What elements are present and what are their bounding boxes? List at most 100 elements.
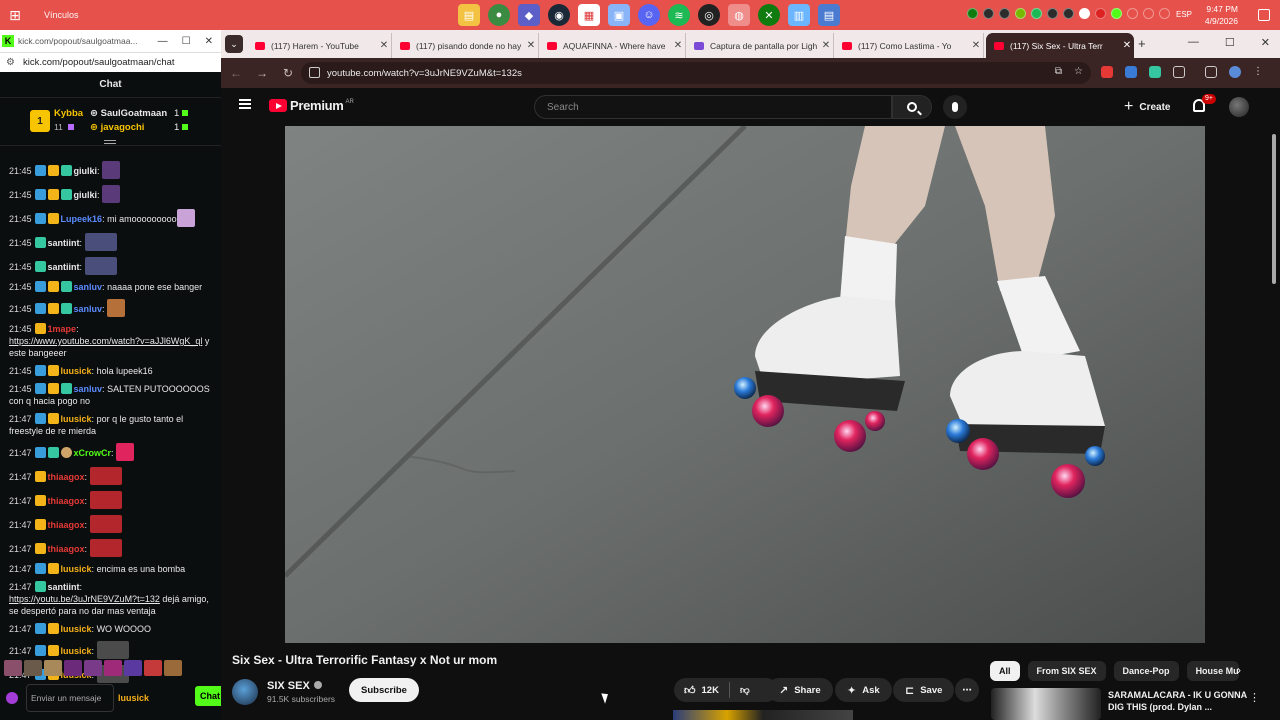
tray-nvidia-icon[interactable]	[1015, 8, 1026, 19]
dislike-button[interactable]: 👎︎	[730, 678, 760, 702]
extension-icon[interactable]	[1125, 66, 1137, 78]
extension-icon[interactable]	[1101, 66, 1113, 78]
tab-close-icon[interactable]: ✕	[377, 40, 391, 51]
chat-emote-icon[interactable]	[116, 443, 135, 461]
close-icon[interactable]: ✕	[205, 36, 213, 47]
gifter-3-name[interactable]: ⊛ javagochi	[90, 122, 144, 133]
maximize-icon[interactable]: ☐	[1225, 36, 1235, 49]
tab-close-icon[interactable]: ✕	[524, 40, 538, 51]
page-scrollbar[interactable]	[1271, 126, 1277, 716]
windows-start-icon[interactable]: ⊞	[0, 0, 30, 30]
chat-message-input[interactable]: Enviar un mensaje	[26, 684, 114, 712]
chat-emote-icon[interactable]	[176, 209, 195, 227]
notification-center-icon[interactable]	[1258, 9, 1270, 21]
emote-icon[interactable]	[124, 660, 142, 676]
message-username[interactable]: giulki	[74, 190, 98, 200]
minimize-icon[interactable]: —	[1188, 36, 1199, 49]
browser-tab[interactable]: (117) Harem - YouTube ✕	[247, 33, 392, 58]
chat-emote-icon[interactable]	[84, 233, 117, 251]
maximize-icon[interactable]: ☐	[182, 36, 191, 47]
site-info-icon[interactable]: ⚙	[6, 57, 15, 68]
message-username[interactable]: giulki	[74, 166, 98, 176]
tray-obs-icon[interactable]	[999, 8, 1010, 19]
browser-tab[interactable]: (117) Six Sex - Ultra Terr ✕	[986, 33, 1134, 58]
more-actions-button[interactable]: ⋯	[955, 678, 979, 702]
extension-icon[interactable]	[1149, 66, 1161, 78]
xbox-icon[interactable]: ✕	[758, 4, 780, 26]
new-tab-icon[interactable]: +	[1138, 36, 1146, 51]
taskbar-clock[interactable]: 9:47 PM 4/9/2026	[1205, 3, 1238, 27]
emote-icon[interactable]	[64, 660, 82, 676]
tab-search-icon[interactable]: ⌄	[225, 35, 243, 53]
message-username[interactable]: thiaagox	[48, 544, 85, 554]
tray-volume-icon[interactable]	[1159, 8, 1170, 19]
tray-mic-icon[interactable]	[1079, 8, 1090, 19]
message-username[interactable]: luusick	[61, 646, 92, 656]
emote-icon[interactable]	[44, 660, 62, 676]
obs-icon[interactable]: ◎	[698, 4, 720, 26]
gifter-2-name[interactable]: ⊛ SaulGoatmaan	[90, 108, 167, 119]
steam-icon[interactable]: ◉	[548, 4, 570, 26]
tray-wifi-icon[interactable]	[1143, 8, 1154, 19]
message-username[interactable]: Lupeek16	[61, 214, 103, 224]
profile-avatar[interactable]	[1229, 66, 1241, 78]
tab-close-icon[interactable]: ✕	[969, 40, 983, 51]
filter-chip[interactable]: House Mu	[1186, 661, 1239, 681]
message-username[interactable]: luusick	[61, 414, 92, 424]
chat-emote-icon[interactable]	[107, 299, 126, 317]
back-icon[interactable]: ←	[223, 66, 249, 80]
emote-icon[interactable]	[4, 660, 22, 676]
minimize-icon[interactable]: —	[158, 36, 168, 47]
message-username[interactable]: luusick	[61, 564, 92, 574]
subscribe-button[interactable]: Subscribe	[349, 678, 419, 702]
chevron-right-icon[interactable]: ›	[1237, 663, 1241, 677]
chat-emote-icon[interactable]	[89, 491, 122, 509]
tab-close-icon[interactable]: ✕	[671, 40, 685, 51]
message-username[interactable]: 1mape	[48, 324, 77, 334]
browser-tab[interactable]: AQUAFINNA - Where have ✕	[539, 33, 686, 58]
filter-chip[interactable]: From SIX SEX	[1027, 661, 1106, 681]
message-username[interactable]: thiaagox	[48, 472, 85, 482]
browser-tab[interactable]: Captura de pantalla por Ligh ✕	[686, 33, 834, 58]
install-app-icon[interactable]: ⧉	[1055, 66, 1062, 77]
chrome-active-icon[interactable]: ◍	[728, 4, 750, 26]
message-username[interactable]: sanluv	[74, 282, 103, 292]
account-avatar[interactable]	[1229, 97, 1249, 117]
recommended-video-title[interactable]: SARAMALACARA - IK U GONNA DIG THIS (prod…	[1108, 689, 1248, 713]
tray-record-icon[interactable]	[1095, 8, 1106, 19]
message-username[interactable]: thiaagox	[48, 520, 85, 530]
message-username[interactable]: santiint	[48, 582, 80, 592]
tray-app3-icon[interactable]	[1111, 8, 1122, 19]
message-link[interactable]: https://www.youtube.com/watch?v=aJJl6WgK…	[9, 336, 202, 346]
emote-icon[interactable]	[104, 660, 122, 676]
search-button[interactable]	[892, 95, 932, 119]
bookmark-star-icon[interactable]: ☆	[1074, 66, 1083, 77]
scrollbar-thumb[interactable]	[1272, 134, 1276, 284]
tray-chevron-icon[interactable]	[1127, 8, 1138, 19]
menu-hamburger-icon[interactable]	[239, 99, 251, 109]
chat-emote-icon[interactable]	[102, 161, 121, 179]
extensions-puzzle-icon[interactable]	[1173, 66, 1185, 78]
message-username[interactable]: santiint	[48, 238, 80, 248]
channel-avatar[interactable]	[232, 679, 258, 705]
recommended-video-thumbnail[interactable]	[991, 688, 1101, 720]
more-vert-icon[interactable]: ⋮	[1249, 691, 1260, 704]
address-bar[interactable]: youtube.com/watch?v=3uJrNE9VZuM&t=132s ⧉…	[301, 62, 1091, 84]
close-icon[interactable]: ✕	[1261, 36, 1270, 49]
emote-icon[interactable]	[164, 660, 182, 676]
notes-icon[interactable]: ▥	[788, 4, 810, 26]
chat-emote-icon[interactable]	[89, 467, 122, 485]
like-button[interactable]: 👍︎ 12K	[674, 678, 729, 702]
browser-tab[interactable]: (117) Como Lastima - Yo ✕	[834, 33, 984, 58]
message-username[interactable]: santiint	[48, 262, 80, 272]
filter-chip[interactable]: All	[990, 661, 1020, 681]
tab-close-icon[interactable]: ✕	[1120, 40, 1134, 51]
photos-icon[interactable]: ▣	[608, 4, 630, 26]
tray-language[interactable]: ESP	[1176, 10, 1192, 19]
ask-button[interactable]: ✦ Ask	[835, 678, 892, 702]
message-link[interactable]: https://youtu.be/3uJrNE9VZuM?t=132	[9, 594, 160, 604]
site-info-icon[interactable]	[309, 67, 320, 78]
chat-emote-icon[interactable]	[96, 641, 129, 659]
mic-icon[interactable]	[6, 692, 18, 704]
spotify-icon[interactable]: ≋	[668, 4, 690, 26]
